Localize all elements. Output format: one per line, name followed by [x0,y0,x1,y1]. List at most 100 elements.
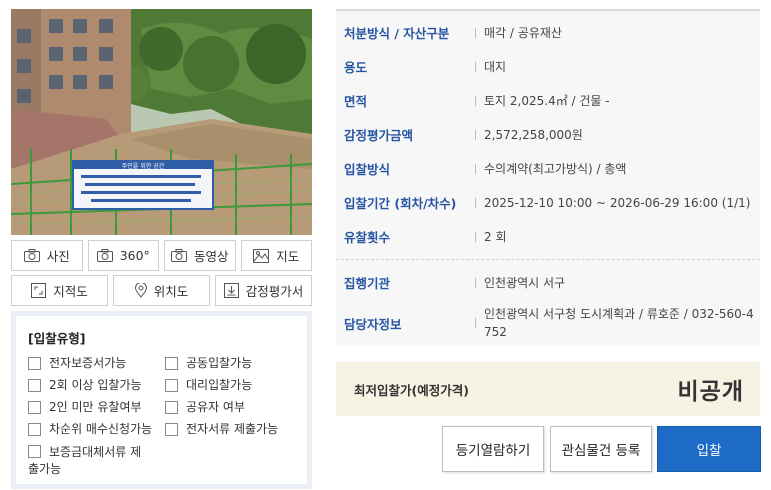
checkbox[interactable] [165,401,178,414]
minimum-bid-price-box: 최저입찰가(예정가격) 비공개 [336,362,760,416]
checkbox[interactable] [28,423,41,436]
document-toolbar: 지적도 위치도 감정평가서 [11,275,312,306]
option-label: 2회 이상 입찰가능 [49,378,142,392]
option-label: 대리입찰가능 [186,378,253,392]
option-label: 공유자 여부 [186,400,246,414]
option-label: 보증금대체서류 제출가능 [28,445,142,476]
checkbox[interactable] [165,423,178,436]
option-label: 2인 미만 유찰여부 [49,400,142,414]
detail-row-bid-period: 입찰기간 (회차/차수) 2025-12-10 10:00 ~ 2026-06-… [336,193,760,212]
video-button[interactable]: 동영상 [164,240,236,271]
detail-row-area: 면적 토지 2,025.4㎡ / 건물 - [336,91,760,110]
divider [475,277,476,288]
photo-button-label: 사진 [46,249,70,264]
divider [475,318,476,328]
bid-type-option[interactable]: 차순위 매수신청가능 [28,421,165,438]
media-toolbar: 사진 360° 동영상 지도 [11,240,312,271]
detail-label: 유찰횟수 [344,230,391,245]
detail-label: 처분방식 / 자산구분 [344,26,450,41]
bid-type-option[interactable]: 2인 미만 유찰여부 [28,399,165,416]
detail-row-agency: 집행기관 인천광역시 서구 [336,273,760,292]
cadastral-map-button[interactable]: 지적도 [11,275,108,306]
bid-type-option[interactable]: 공동입찰가능 [165,355,295,372]
view-360-button-label: 360° [119,248,150,263]
divider [475,61,476,72]
bid-type-panel: [입찰유형] 전자보증서가능 공동입찰가능 2회 이상 입찰가능 대리입찰가능 … [11,311,312,489]
checkbox[interactable] [165,379,178,392]
location-pin-icon [134,283,147,298]
minimum-bid-price-value: 비공개 [677,379,744,405]
detail-row-bid-method: 입찰방식 수의계약(최고가방식) / 총액 [336,159,760,178]
detail-value: 수의계약(최고가방식) / 총액 [484,161,627,176]
bid-type-option[interactable]: 전자서류 제출가능 [165,421,295,438]
add-to-watchlist-button[interactable]: 관심물건 등록 [550,426,652,472]
detail-label: 입찰방식 [344,162,391,177]
photo-button[interactable]: 사진 [11,240,83,271]
bid-type-option[interactable]: 공유자 여부 [165,399,295,416]
location-map-button-label: 위치도 [153,284,189,299]
expand-map-icon [31,283,47,298]
checkbox[interactable] [28,379,41,392]
detail-label: 집행기관 [344,276,391,291]
detail-label: 용도 [344,60,368,75]
cadastral-map-button-label: 지적도 [53,284,88,299]
property-details-panel: 처분방식 / 자산구분 매각 / 공유재산 용도 대지 면적 토지 2,025.… [336,9,760,346]
download-icon [223,283,239,298]
option-label: 전자보증서가능 [49,356,127,370]
location-map-button[interactable]: 위치도 [113,275,210,306]
option-label: 전자서류 제출가능 [186,422,279,436]
detail-value: 인천광역시 서구청 도시계획과 / 류호준 / 032-560-4752 [484,307,754,339]
detail-label: 담당자정보 [344,317,402,332]
property-photo[interactable]: 주민을 위한 공간 [11,9,312,235]
divider [475,231,476,242]
detail-value: 매각 / 공유재산 [484,25,562,40]
checkbox[interactable] [28,445,41,458]
detail-label: 입찰기간 (회차/차수) [344,196,457,211]
divider [475,129,476,140]
checkbox[interactable] [28,357,41,370]
banner-text: 주민을 위한 공간 [122,162,165,170]
checkbox[interactable] [165,357,178,370]
appraisal-report-button[interactable]: 감정평가서 [215,275,312,306]
detail-value: 2,572,258,000원 [484,127,583,142]
view-360-button[interactable]: 360° [87,240,159,271]
detail-label: 감정평가금액 [344,128,414,143]
detail-row-appraised-value: 감정평가금액 2,572,258,000원 [336,125,760,144]
detail-label: 면적 [344,94,368,109]
detail-row-failed-count: 유찰횟수 2 회 [336,227,760,246]
bid-button[interactable]: 입찰 [657,426,761,472]
detail-row-usage: 용도 대지 [336,57,760,76]
image-map-icon [253,248,270,263]
bid-type-options: 전자보증서가능 공동입찰가능 2회 이상 입찰가능 대리입찰가능 2인 미만 유… [28,355,295,438]
divider [475,163,476,174]
option-label: 공동입찰가능 [186,356,253,370]
camera-icon [96,249,113,262]
detail-row-contact: 담당자정보 인천광역시 서구청 도시계획과 / 류호준 / 032-560-47… [336,305,760,341]
detail-value: 인천광역시 서구 [484,275,566,290]
detail-value: 토지 2,025.4㎡ / 건물 - [484,93,610,108]
camera-icon [23,249,40,262]
option-label: 차순위 매수신청가능 [49,422,153,436]
video-button-label: 동영상 [193,249,229,264]
bid-type-option[interactable]: 2회 이상 입찰가능 [28,377,165,394]
bid-type-option[interactable]: 보증금대체서류 제출가능 [28,443,148,478]
view-registry-button[interactable]: 등기열람하기 [442,426,544,472]
bid-type-option[interactable]: 전자보증서가능 [28,355,165,372]
detail-value: 2 회 [484,229,507,244]
section-divider [336,259,760,260]
bid-type-title: [입찰유형] [28,331,86,346]
divider [475,95,476,106]
map-button[interactable]: 지도 [240,240,312,271]
map-button-label: 지도 [276,249,300,264]
bid-type-option[interactable]: 대리입찰가능 [165,377,295,394]
divider [475,27,476,38]
minimum-bid-price-label: 최저입찰가(예정가격) [354,382,469,398]
divider [475,197,476,208]
checkbox[interactable] [28,401,41,414]
detail-value: 대지 [484,59,507,74]
camera-icon [170,249,187,262]
detail-value: 2025-12-10 10:00 ~ 2026-06-29 16:00 (1/1… [484,195,751,210]
appraisal-report-button-label: 감정평가서 [245,284,304,299]
property-photo-image: 주민을 위한 공간 [11,9,312,235]
detail-row-disposal: 처분방식 / 자산구분 매각 / 공유재산 [336,23,760,42]
